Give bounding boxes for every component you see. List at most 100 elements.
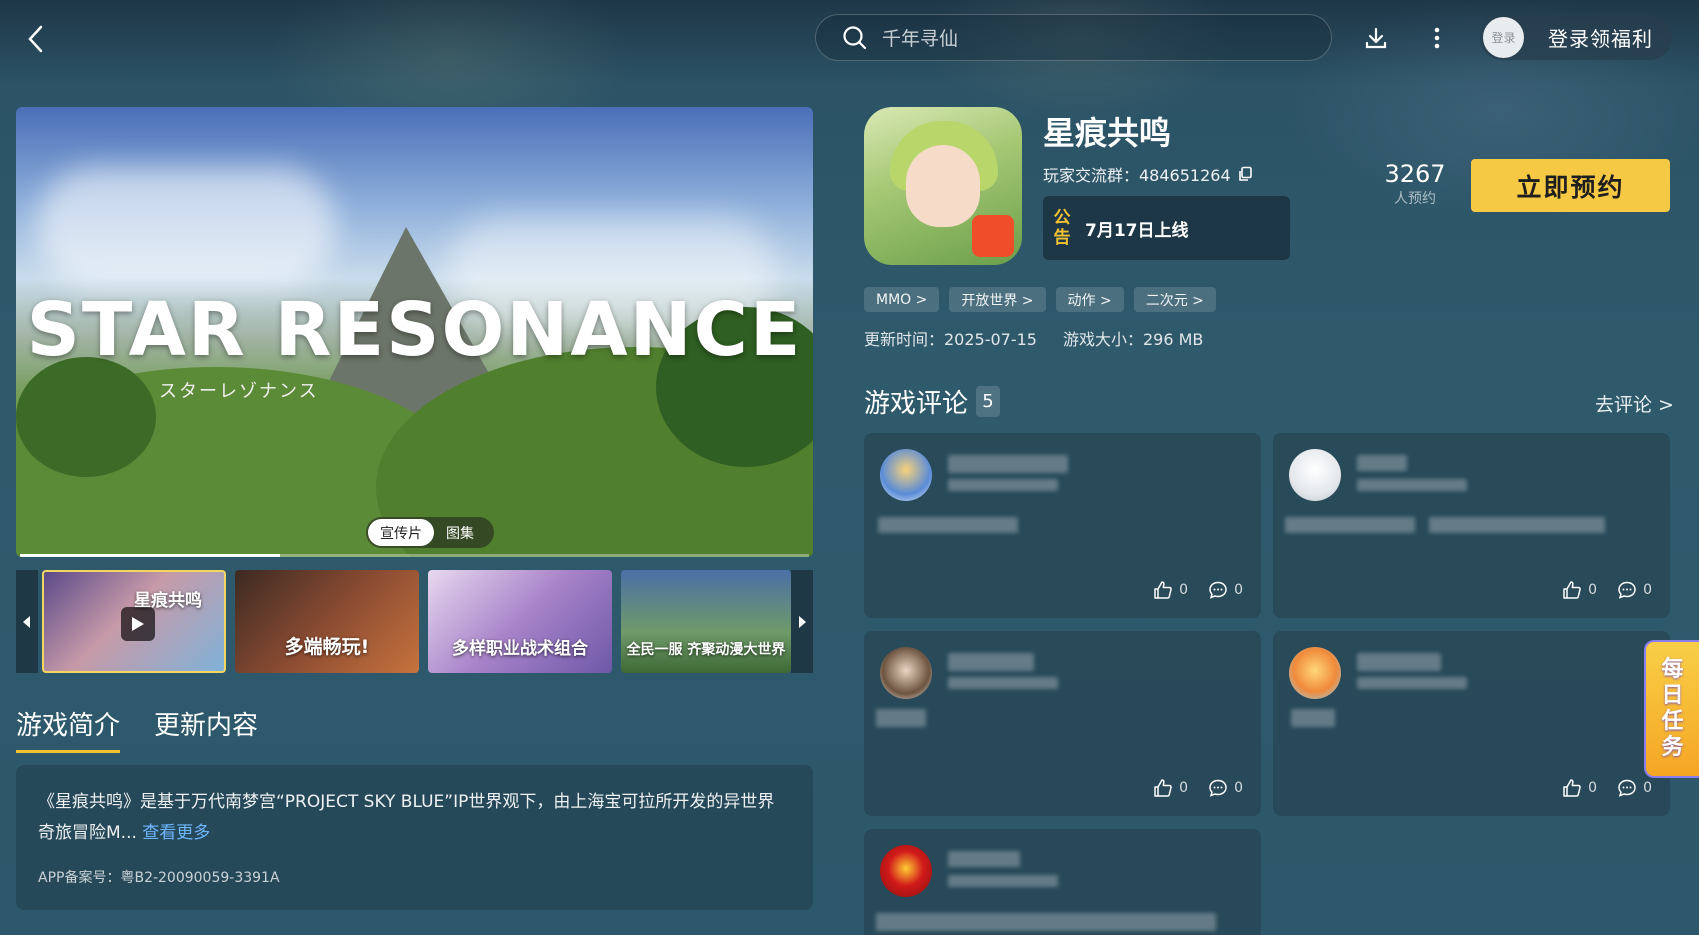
comment-icon [1618, 779, 1636, 797]
like-button[interactable]: 0 [1562, 580, 1597, 600]
redacted-content [876, 709, 926, 727]
reviews-title: 游戏评论 [864, 389, 969, 419]
thumbs-up-icon [1563, 779, 1581, 797]
play-button[interactable] [121, 607, 155, 641]
reserve-button[interactable]: 立即预约 [1471, 159, 1670, 212]
icon-character-face [906, 145, 980, 227]
tag-anime[interactable]: 二次元 > [1133, 287, 1216, 312]
comment-button[interactable]: 0 [1208, 778, 1243, 798]
avatar[interactable] [880, 845, 932, 897]
review-card[interactable]: 0 0 [864, 433, 1261, 618]
game-logo: STAR RESONANCE [26, 287, 803, 373]
review-card[interactable]: 0 0 [1273, 631, 1670, 816]
more-vertical-icon [1434, 27, 1440, 49]
like-count: 0 [1588, 780, 1598, 796]
like-count: 0 [1179, 582, 1189, 598]
download-icon [1365, 27, 1387, 49]
tab-update-content[interactable]: 更新内容 [154, 705, 258, 753]
reservation-number: 3267 [1384, 160, 1446, 188]
redacted-username [948, 653, 1034, 671]
comment-button[interactable]: 0 [1208, 580, 1243, 600]
login-label: 登录领福利 [1548, 27, 1653, 51]
tab-video[interactable]: 宣传片 [368, 519, 434, 546]
intro-text: 《星痕共鸣》是基于万代南梦宫“PROJECT SKY BLUE”IP世界观下，由… [38, 787, 791, 849]
review-card[interactable]: 0 0 [1273, 433, 1670, 618]
search-bar[interactable]: 千年寻仙 [815, 14, 1332, 61]
thumbnail-image[interactable]: 多端畅玩! [235, 570, 419, 673]
thumbnail-strip: 星痕共鸣 多端畅玩! 多样职业战术组合 全民一服 齐聚动漫大世界 [16, 570, 813, 673]
intro-tabs: 游戏简介 更新内容 [16, 705, 258, 753]
media-tab-switcher: 宣传片 图集 [366, 517, 494, 548]
like-button[interactable]: 0 [1562, 778, 1597, 798]
reviews-header: 游戏评论 5 [864, 383, 1001, 420]
review-actions: 0 0 [1153, 580, 1243, 600]
tag-mmo[interactable]: MMO > [864, 287, 940, 312]
login-rewards-button[interactable]: 登录 登录领福利 [1480, 15, 1672, 60]
redacted-meta [948, 875, 1058, 887]
daily-task-label: 每日任务 [1661, 657, 1684, 760]
login-avatar: 登录 [1483, 17, 1524, 58]
comment-count: 0 [1234, 780, 1243, 796]
more-menu-button[interactable] [1421, 22, 1453, 54]
comment-button[interactable]: 0 [1617, 580, 1652, 600]
download-button[interactable] [1360, 22, 1392, 54]
game-size: 游戏大小：296 MB [1063, 330, 1204, 349]
scene-tree [16, 357, 156, 477]
view-more-link[interactable]: 查看更多 [142, 823, 210, 843]
avatar[interactable] [880, 647, 932, 699]
go-review-link[interactable]: 去评论 > [1595, 390, 1674, 417]
back-button[interactable] [20, 20, 50, 58]
tab-game-intro[interactable]: 游戏简介 [16, 705, 121, 753]
comment-icon [1209, 779, 1227, 797]
comment-count: 0 [1643, 582, 1652, 598]
thumbnail-caption: 多样职业战术组合 [452, 639, 588, 659]
like-button[interactable]: 0 [1153, 778, 1188, 798]
redacted-username [948, 851, 1020, 867]
review-card[interactable]: 0 0 [864, 631, 1261, 816]
redacted-username [1357, 653, 1441, 671]
comment-button[interactable]: 0 [1617, 778, 1652, 798]
review-card[interactable] [864, 829, 1261, 935]
redacted-username [1357, 455, 1407, 471]
reviews-count-badge: 5 [976, 386, 1001, 417]
player-group: 玩家交流群：484651264 [1043, 162, 1253, 186]
thumbnail-caption: 多端畅玩! [284, 636, 370, 658]
video-progress-bar[interactable] [20, 554, 809, 557]
icp-number: APP备案号：粤B2-20090059-3391A [38, 870, 280, 886]
redacted-meta [1357, 479, 1467, 491]
game-title: 星痕共鸣 [1043, 114, 1172, 152]
redacted-content [1429, 517, 1605, 533]
search-icon [843, 25, 867, 49]
thumbs-up-icon [1154, 581, 1172, 599]
comment-count: 0 [1643, 780, 1652, 796]
tag-open-world[interactable]: 开放世界 > [949, 287, 1046, 312]
thumb-prev-button[interactable] [16, 570, 38, 673]
avatar[interactable] [880, 449, 932, 501]
daily-task-button[interactable]: 每日任务 [1644, 640, 1699, 778]
redacted-meta [948, 479, 1058, 491]
redacted-content [1291, 709, 1335, 727]
like-button[interactable]: 0 [1153, 580, 1188, 600]
game-logo-subtitle: スターレゾナンス [159, 381, 319, 402]
redacted-meta [1357, 677, 1467, 689]
tab-gallery[interactable]: 图集 [434, 519, 486, 546]
triangle-right-icon [799, 615, 806, 628]
tag-action[interactable]: 动作 > [1055, 287, 1124, 312]
update-time: 更新时间：2025-07-15 [864, 330, 1037, 349]
review-actions: 0 0 [1562, 778, 1652, 798]
triangle-left-icon [23, 615, 30, 628]
thumbnail-image[interactable]: 多样职业战术组合 [428, 570, 612, 673]
comment-count: 0 [1234, 582, 1243, 598]
avatar[interactable] [1289, 449, 1341, 501]
thumbnail-video[interactable]: 星痕共鸣 [42, 570, 226, 673]
review-actions: 0 0 [1153, 778, 1243, 798]
thumb-next-button[interactable] [791, 570, 813, 673]
announcement-box[interactable]: 公告 7月17日上线 [1043, 196, 1290, 260]
comment-icon [1618, 581, 1636, 599]
avatar[interactable] [1289, 647, 1341, 699]
game-app-icon [864, 107, 1022, 265]
media-viewer[interactable]: STAR RESONANCE スターレゾナンス 宣传片 图集 [16, 107, 813, 557]
copy-icon[interactable] [1237, 166, 1253, 182]
chevron-left-icon [28, 25, 43, 53]
thumbnail-image[interactable]: 全民一服 齐聚动漫大世界 [621, 570, 791, 673]
